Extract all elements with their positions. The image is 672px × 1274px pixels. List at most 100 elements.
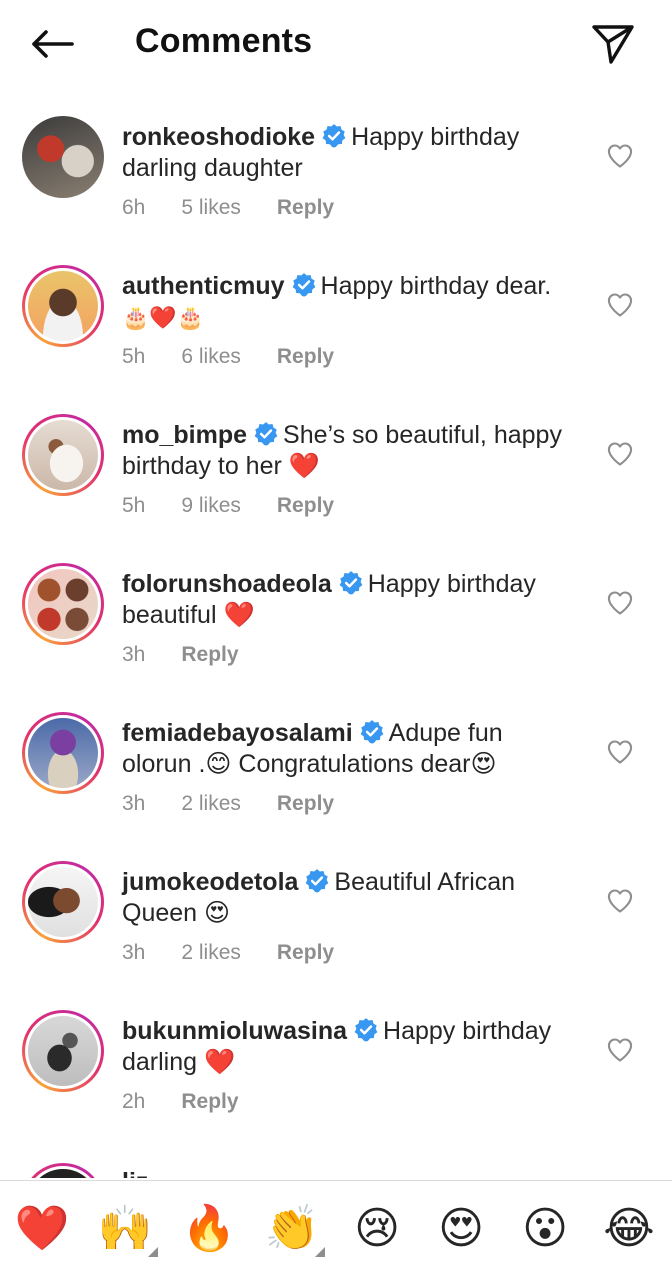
comment-time: 2h bbox=[122, 1090, 146, 1113]
comment-time: 3h bbox=[122, 643, 146, 666]
avatar-image bbox=[28, 867, 98, 937]
emoji-fire-button[interactable]: 🔥 bbox=[180, 1199, 238, 1257]
back-button[interactable] bbox=[26, 22, 78, 66]
heart-outline-icon[interactable] bbox=[606, 738, 634, 766]
comment-text: bukunmioluwasina Happy birthday darling ❤️ bbox=[122, 1016, 587, 1078]
avatar[interactable] bbox=[22, 414, 104, 496]
comments-list: ronkeoshodioke Happy birthday darling daug… bbox=[0, 88, 672, 1178]
comment-body-line1: Adupe fun bbox=[388, 719, 503, 747]
fire-emoji-icon: 🔥 bbox=[181, 1203, 237, 1254]
comment-username[interactable]: liz... bbox=[122, 1168, 169, 1178]
reply-button[interactable]: Reply bbox=[181, 643, 238, 667]
verified-badge-icon bbox=[339, 571, 363, 595]
comment-username[interactable]: mo_bimpe bbox=[122, 421, 247, 449]
verified-badge-icon bbox=[354, 1018, 378, 1042]
comment-body-line1: She’s so beautiful, happy bbox=[283, 421, 562, 449]
comment-username[interactable]: authenticmuy bbox=[122, 272, 285, 300]
comment-item: bukunmioluwasina Happy birthday darling ❤️… bbox=[0, 982, 672, 1131]
emoji-clapping-button[interactable]: 👏 bbox=[263, 1199, 325, 1257]
heart-outline-icon[interactable] bbox=[606, 589, 634, 617]
comment-meta: 5h 6 likes Reply bbox=[122, 345, 370, 369]
comment-likes[interactable]: 2 likes bbox=[181, 792, 241, 816]
reply-button[interactable]: Reply bbox=[277, 494, 334, 518]
emoji-crying-button[interactable]: 😢 bbox=[348, 1199, 406, 1257]
comment-time: 5h bbox=[122, 345, 146, 368]
comment-body-line1: Happy birthday bbox=[367, 570, 536, 598]
avatar[interactable] bbox=[22, 265, 104, 347]
comment-body-line1: Happy birthday dear. bbox=[320, 272, 552, 300]
page-title: Comments bbox=[135, 22, 313, 60]
avatar[interactable] bbox=[22, 712, 104, 794]
raising-hands-emoji-icon: 🙌 bbox=[97, 1203, 153, 1254]
more-variants-indicator bbox=[315, 1247, 325, 1257]
avatar[interactable] bbox=[22, 116, 104, 198]
comment-meta: 3h Reply bbox=[122, 643, 275, 667]
heart-outline-icon[interactable] bbox=[606, 1036, 634, 1064]
comment-username[interactable]: ronkeoshodioke bbox=[122, 123, 315, 151]
comment-likes[interactable]: 9 likes bbox=[181, 494, 241, 518]
emoji-surprised-button[interactable]: 😮 bbox=[516, 1199, 574, 1257]
comment-item: mo_bimpe She’s so beautiful, happy birthda… bbox=[0, 386, 672, 535]
emoji-heart-button[interactable]: ❤️ bbox=[13, 1199, 71, 1257]
comment-item: jumokeodetola Beautiful African Queen 😍 3h… bbox=[0, 833, 672, 982]
comment-username[interactable]: folorunshoadeola bbox=[122, 570, 332, 598]
comment-body-line2: 🎂❤️🎂 bbox=[122, 306, 205, 331]
reply-button[interactable]: Reply bbox=[277, 196, 334, 220]
comment-body-line2: beautiful ❤️ bbox=[122, 601, 255, 629]
heart-outline-icon[interactable] bbox=[606, 291, 634, 319]
comment-text: authenticmuy Happy birthday dear. 🎂❤️🎂 bbox=[122, 271, 587, 334]
comment-text: liz... bbox=[122, 1167, 587, 1178]
comment-username[interactable]: jumokeodetola bbox=[122, 868, 298, 896]
comment-body-line2: birthday to her ❤️ bbox=[122, 452, 320, 480]
comment-body-line2: darling daughter bbox=[122, 154, 303, 182]
comment-body-line1: Happy birthday bbox=[351, 123, 520, 151]
reply-button[interactable]: Reply bbox=[277, 792, 334, 816]
comment-text: ronkeoshodioke Happy birthday darling daug… bbox=[122, 122, 587, 184]
comment-body-line2: olorun .😊 Congratulations dear😍 bbox=[122, 750, 497, 778]
more-variants-indicator bbox=[148, 1247, 158, 1257]
comment-text: mo_bimpe She’s so beautiful, happy birthda… bbox=[122, 420, 587, 482]
comment-time: 3h bbox=[122, 941, 146, 964]
comment-meta: 6h 5 likes Reply bbox=[122, 196, 370, 220]
surprised-face-emoji-icon: 😮 bbox=[522, 1202, 568, 1254]
emoji-raising-hands-button[interactable]: 🙌 bbox=[96, 1199, 158, 1257]
comment-item: ronkeoshodioke Happy birthday darling daug… bbox=[0, 88, 672, 237]
reply-button[interactable]: Reply bbox=[181, 1090, 238, 1114]
heart-outline-icon[interactable] bbox=[606, 887, 634, 915]
tears-of-joy-emoji-icon: 😂 bbox=[603, 1202, 655, 1254]
reply-button[interactable]: Reply bbox=[277, 345, 334, 369]
comment-time: 5h bbox=[122, 494, 146, 517]
avatar[interactable] bbox=[22, 861, 104, 943]
verified-badge-icon bbox=[306, 869, 329, 893]
reply-button[interactable]: Reply bbox=[277, 941, 334, 965]
avatar-image bbox=[28, 271, 98, 341]
verified-badge-icon bbox=[322, 124, 346, 148]
share-button[interactable] bbox=[588, 20, 638, 68]
comment-meta: 3h 2 likes Reply bbox=[122, 941, 370, 965]
verified-badge-icon bbox=[254, 422, 278, 446]
comment-meta: 3h 2 likes Reply bbox=[122, 792, 370, 816]
comment-likes[interactable]: 6 likes bbox=[181, 345, 241, 369]
clapping-hands-emoji-icon: 👏 bbox=[264, 1203, 320, 1254]
avatar[interactable] bbox=[22, 563, 104, 645]
crying-face-emoji-icon: 😢 bbox=[354, 1202, 400, 1254]
comment-time: 6h bbox=[122, 196, 146, 219]
comment-item: authenticmuy Happy birthday dear. 🎂❤️🎂 5h … bbox=[0, 237, 672, 386]
comment-username[interactable]: femiadebayosalami bbox=[122, 719, 353, 747]
heart-outline-icon[interactable] bbox=[606, 440, 634, 468]
avatar[interactable] bbox=[22, 1163, 104, 1178]
comment-text: femiadebayosalami Adupe fun olorun .😊 Cong… bbox=[122, 718, 587, 780]
comment-body-line1: Beautiful African bbox=[334, 868, 516, 896]
comment-likes[interactable]: 5 likes bbox=[181, 196, 241, 220]
emoji-heart-eyes-button[interactable]: 😍 bbox=[432, 1199, 490, 1257]
heart-outline-icon[interactable] bbox=[606, 142, 634, 170]
avatar-image bbox=[28, 718, 98, 788]
emoji-quick-bar: ❤️ 🙌 🔥 👏 😢 😍 😮 😂 bbox=[0, 1180, 672, 1274]
arrow-left-icon bbox=[32, 30, 74, 58]
comment-username[interactable]: bukunmioluwasina bbox=[122, 1017, 347, 1045]
emoji-tears-of-joy-button[interactable]: 😂 bbox=[600, 1199, 658, 1257]
verified-badge-icon bbox=[292, 273, 315, 297]
comment-item: femiadebayosalami Adupe fun olorun .😊 Cong… bbox=[0, 684, 672, 833]
comment-likes[interactable]: 2 likes bbox=[181, 941, 241, 965]
avatar[interactable] bbox=[22, 1010, 104, 1092]
